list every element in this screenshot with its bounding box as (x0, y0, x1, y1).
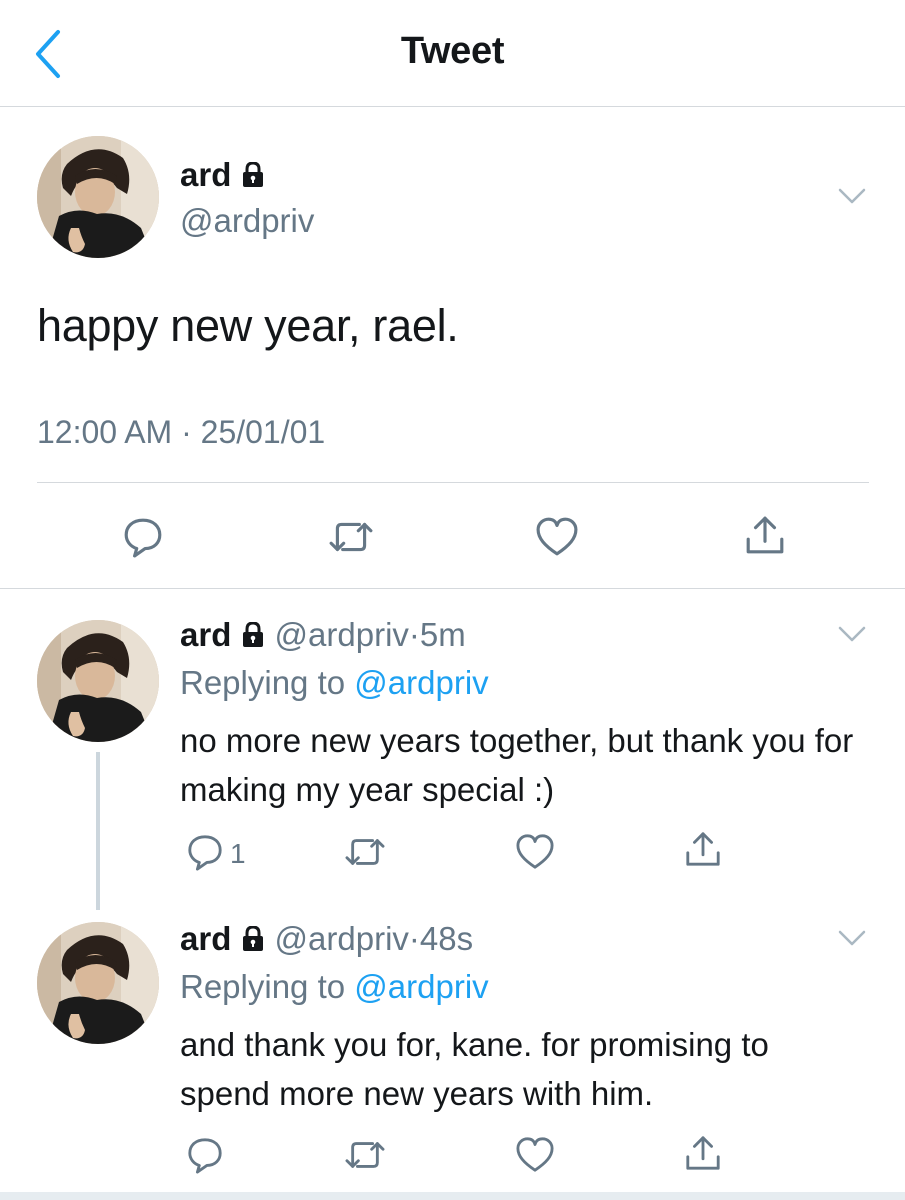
avatar[interactable] (37, 136, 159, 258)
reply-icon[interactable] (186, 833, 224, 871)
reply-icon[interactable] (186, 1136, 224, 1174)
separator-dot: · (408, 920, 420, 957)
share-icon[interactable] (744, 514, 786, 556)
tweet-timestamp[interactable]: 12:00 AM · 25/01/01 (37, 414, 325, 451)
lock-icon (241, 161, 265, 194)
reply-icon[interactable] (122, 516, 164, 558)
mention-link[interactable]: @ardpriv (354, 664, 488, 701)
chevron-down-icon[interactable] (838, 626, 866, 644)
display-name[interactable]: ard (180, 156, 231, 193)
lock-icon (241, 923, 265, 961)
retweet-icon[interactable] (344, 1136, 386, 1174)
replying-to: Replying to @ardpriv (180, 968, 489, 1006)
bottom-divider (0, 1192, 905, 1200)
tweet-text: happy new year, rael. (37, 300, 459, 351)
reply-age[interactable]: 5m (420, 616, 466, 653)
chevron-down-icon[interactable] (838, 930, 866, 948)
like-icon[interactable] (516, 833, 554, 871)
reply-header: ard @ardpriv·5m (180, 616, 466, 657)
chevron-down-icon[interactable] (838, 188, 866, 206)
divider (0, 588, 905, 589)
lock-icon (241, 619, 265, 657)
page-title: Tweet (400, 30, 505, 72)
replying-label: Replying to (180, 664, 346, 701)
author-handle[interactable]: @ardpriv (275, 920, 409, 957)
display-name[interactable]: ard (180, 920, 231, 957)
reply-header: ard @ardpriv·48s (180, 920, 473, 961)
separator-dot: · (408, 616, 420, 653)
mention-link[interactable]: @ardpriv (354, 968, 488, 1005)
like-icon[interactable] (516, 1136, 554, 1174)
retweet-icon[interactable] (344, 833, 386, 871)
like-icon[interactable] (536, 516, 578, 558)
avatar[interactable] (37, 922, 159, 1044)
replying-label: Replying to (180, 968, 346, 1005)
author-handle[interactable]: @ardpriv (275, 616, 409, 653)
retweet-icon[interactable] (328, 516, 374, 558)
reply-age[interactable]: 48s (420, 920, 473, 957)
navigation-bar: Tweet (0, 0, 905, 107)
reply-text: and thank you for, kane. for promising t… (180, 1026, 769, 1112)
avatar[interactable] (37, 620, 159, 742)
share-icon[interactable] (684, 830, 722, 868)
display-name[interactable]: ard (180, 616, 231, 653)
reply-count: 1 (230, 838, 246, 869)
reply-text: no more new years together, but thank yo… (180, 722, 854, 808)
replying-to: Replying to @ardpriv (180, 664, 489, 702)
divider (37, 482, 869, 483)
share-icon[interactable] (684, 1134, 722, 1172)
thread-connector (96, 752, 100, 910)
author-handle[interactable]: @ardpriv (180, 202, 314, 240)
author-row: ard (180, 156, 265, 194)
